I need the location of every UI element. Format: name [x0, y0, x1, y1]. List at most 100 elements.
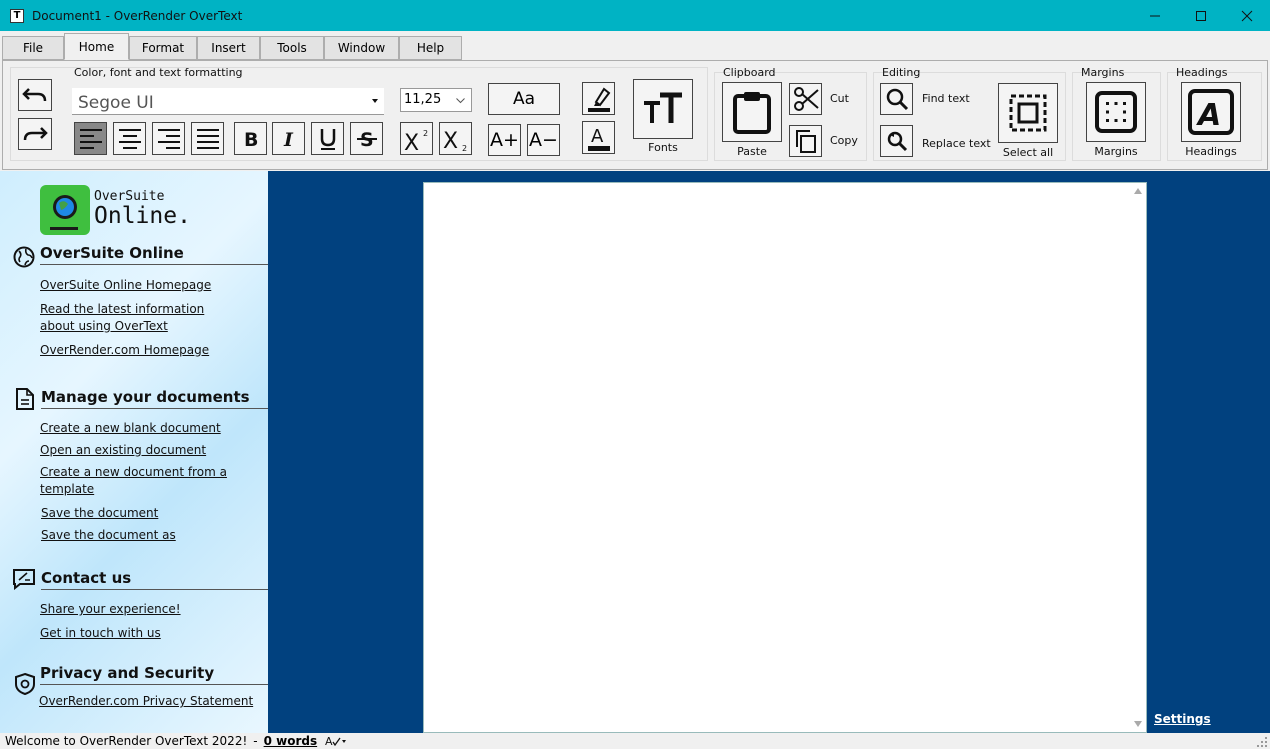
svg-text:2: 2 [423, 129, 428, 138]
undo-button[interactable] [18, 79, 52, 111]
superscript-button[interactable]: X2 [400, 122, 433, 155]
section-heading-privacy-security: Privacy and Security [40, 664, 268, 685]
subscript-button[interactable]: X2 [439, 122, 472, 155]
underline-button[interactable] [311, 122, 344, 155]
headings-label: Headings [1185, 145, 1237, 158]
redo-button[interactable] [18, 118, 52, 150]
headings-group-title: Headings [1176, 66, 1228, 79]
document-page[interactable] [423, 182, 1147, 733]
headings-button[interactable]: A [1181, 82, 1241, 142]
select-all-icon [1009, 94, 1047, 132]
maximize-button[interactable] [1178, 0, 1224, 31]
chevron-down-icon [372, 99, 378, 103]
strikethrough-icon: S [356, 129, 377, 151]
link-overrender-homepage[interactable]: OverRender.com Homepage [40, 342, 240, 359]
title-bar: T Document1 - OverRender OverText [0, 0, 1270, 31]
resize-grip-icon [1257, 737, 1267, 747]
minimize-button[interactable] [1132, 0, 1178, 31]
svg-text:A: A [325, 735, 333, 747]
font-size-select[interactable]: 11,25 [400, 88, 472, 112]
fonts-icon [644, 92, 682, 123]
margins-group-title: Margins [1081, 66, 1125, 79]
shrink-font-button[interactable]: A− [527, 124, 560, 156]
change-case-button[interactable]: Aa [488, 83, 560, 115]
svg-text:B: B [244, 129, 258, 150]
chevron-down-icon [456, 98, 465, 104]
minimize-icon [1150, 15, 1160, 16]
link-save-document-as[interactable]: Save the document as [41, 527, 241, 544]
grow-font-button[interactable]: A+ [488, 124, 521, 156]
tab-help[interactable]: Help [399, 36, 462, 60]
align-right-button[interactable] [152, 122, 185, 155]
close-button[interactable] [1224, 0, 1270, 31]
tab-home[interactable]: Home [64, 33, 129, 60]
tab-window[interactable]: Window [324, 36, 399, 60]
find-text-button[interactable] [880, 83, 913, 115]
tab-tools[interactable]: Tools [260, 36, 324, 60]
link-new-blank-document[interactable]: Create a new blank document [40, 420, 240, 437]
highlighter-icon [587, 87, 610, 112]
link-open-document[interactable]: Open an existing document [40, 442, 240, 459]
link-new-from-template[interactable]: Create a new document from a template [40, 464, 235, 498]
justify-icon [196, 128, 219, 149]
undo-icon [22, 88, 47, 102]
font-name-select[interactable]: Segoe UI [72, 88, 384, 115]
strikethrough-button[interactable]: S [350, 122, 383, 155]
globe-icon [13, 246, 35, 268]
fonts-button[interactable] [633, 79, 693, 139]
link-get-in-touch[interactable]: Get in touch with us [40, 625, 240, 642]
spellcheck-button[interactable]: A [325, 735, 347, 747]
window-title: Document1 - OverRender OverText [32, 8, 243, 23]
replace-text-button[interactable] [880, 125, 913, 157]
italic-button[interactable]: I [272, 122, 305, 155]
margins-label: Margins [1094, 145, 1138, 158]
status-separator: - [253, 734, 258, 748]
link-save-document[interactable]: Save the document [41, 505, 241, 522]
cut-button[interactable] [789, 83, 822, 115]
highlight-button[interactable] [582, 82, 615, 115]
link-oversuite-homepage[interactable]: OverSuite Online Homepage [40, 277, 240, 294]
select-all-button[interactable] [998, 83, 1058, 143]
cut-label: Cut [830, 92, 849, 105]
replace-icon [887, 131, 907, 152]
font-color-icon: A [587, 126, 610, 151]
replace-text-label: Replace text [922, 137, 991, 150]
link-latest-information[interactable]: Read the latest information about using … [40, 301, 215, 335]
bold-button[interactable]: B [234, 122, 267, 155]
tab-file[interactable]: File [2, 36, 64, 60]
align-center-button[interactable] [113, 122, 146, 155]
document-icon [16, 388, 34, 410]
tab-insert[interactable]: Insert [197, 36, 260, 60]
find-text-label: Find text [922, 92, 970, 105]
scissors-icon [793, 87, 819, 111]
subscript-icon: X2 [443, 129, 467, 152]
formatting-group-title: Color, font and text formatting [74, 66, 243, 79]
section-heading-contact-us: Contact us [41, 569, 268, 590]
align-center-icon [118, 128, 141, 149]
svg-text:X: X [404, 131, 419, 152]
tab-format[interactable]: Format [129, 36, 197, 60]
paste-icon [733, 92, 771, 134]
sidebar: OverSuite Online. OverSuite Online OverS… [0, 171, 268, 733]
oversuite-logo[interactable]: OverSuite Online. [40, 185, 200, 235]
redo-icon [23, 127, 48, 141]
settings-link[interactable]: Settings [1154, 712, 1211, 726]
feedback-icon [13, 569, 35, 590]
copy-button[interactable] [789, 125, 822, 157]
link-privacy-statement[interactable]: OverRender.com Privacy Statement [39, 693, 259, 710]
margins-button[interactable] [1086, 82, 1146, 142]
paste-button[interactable] [722, 82, 782, 142]
vertical-scrollbar[interactable] [1130, 183, 1146, 732]
link-share-experience[interactable]: Share your experience! [40, 601, 240, 618]
font-color-button[interactable]: A [582, 121, 615, 154]
close-icon [1241, 10, 1253, 21]
copy-icon [795, 130, 816, 153]
justify-button[interactable] [191, 122, 224, 155]
search-icon [886, 88, 908, 111]
align-left-button[interactable] [74, 122, 107, 155]
svg-text:2: 2 [462, 144, 467, 152]
word-count[interactable]: 0 words [264, 734, 318, 748]
section-heading-manage-documents: Manage your documents [41, 388, 268, 409]
fonts-label: Fonts [648, 141, 678, 154]
margins-icon [1095, 91, 1137, 133]
